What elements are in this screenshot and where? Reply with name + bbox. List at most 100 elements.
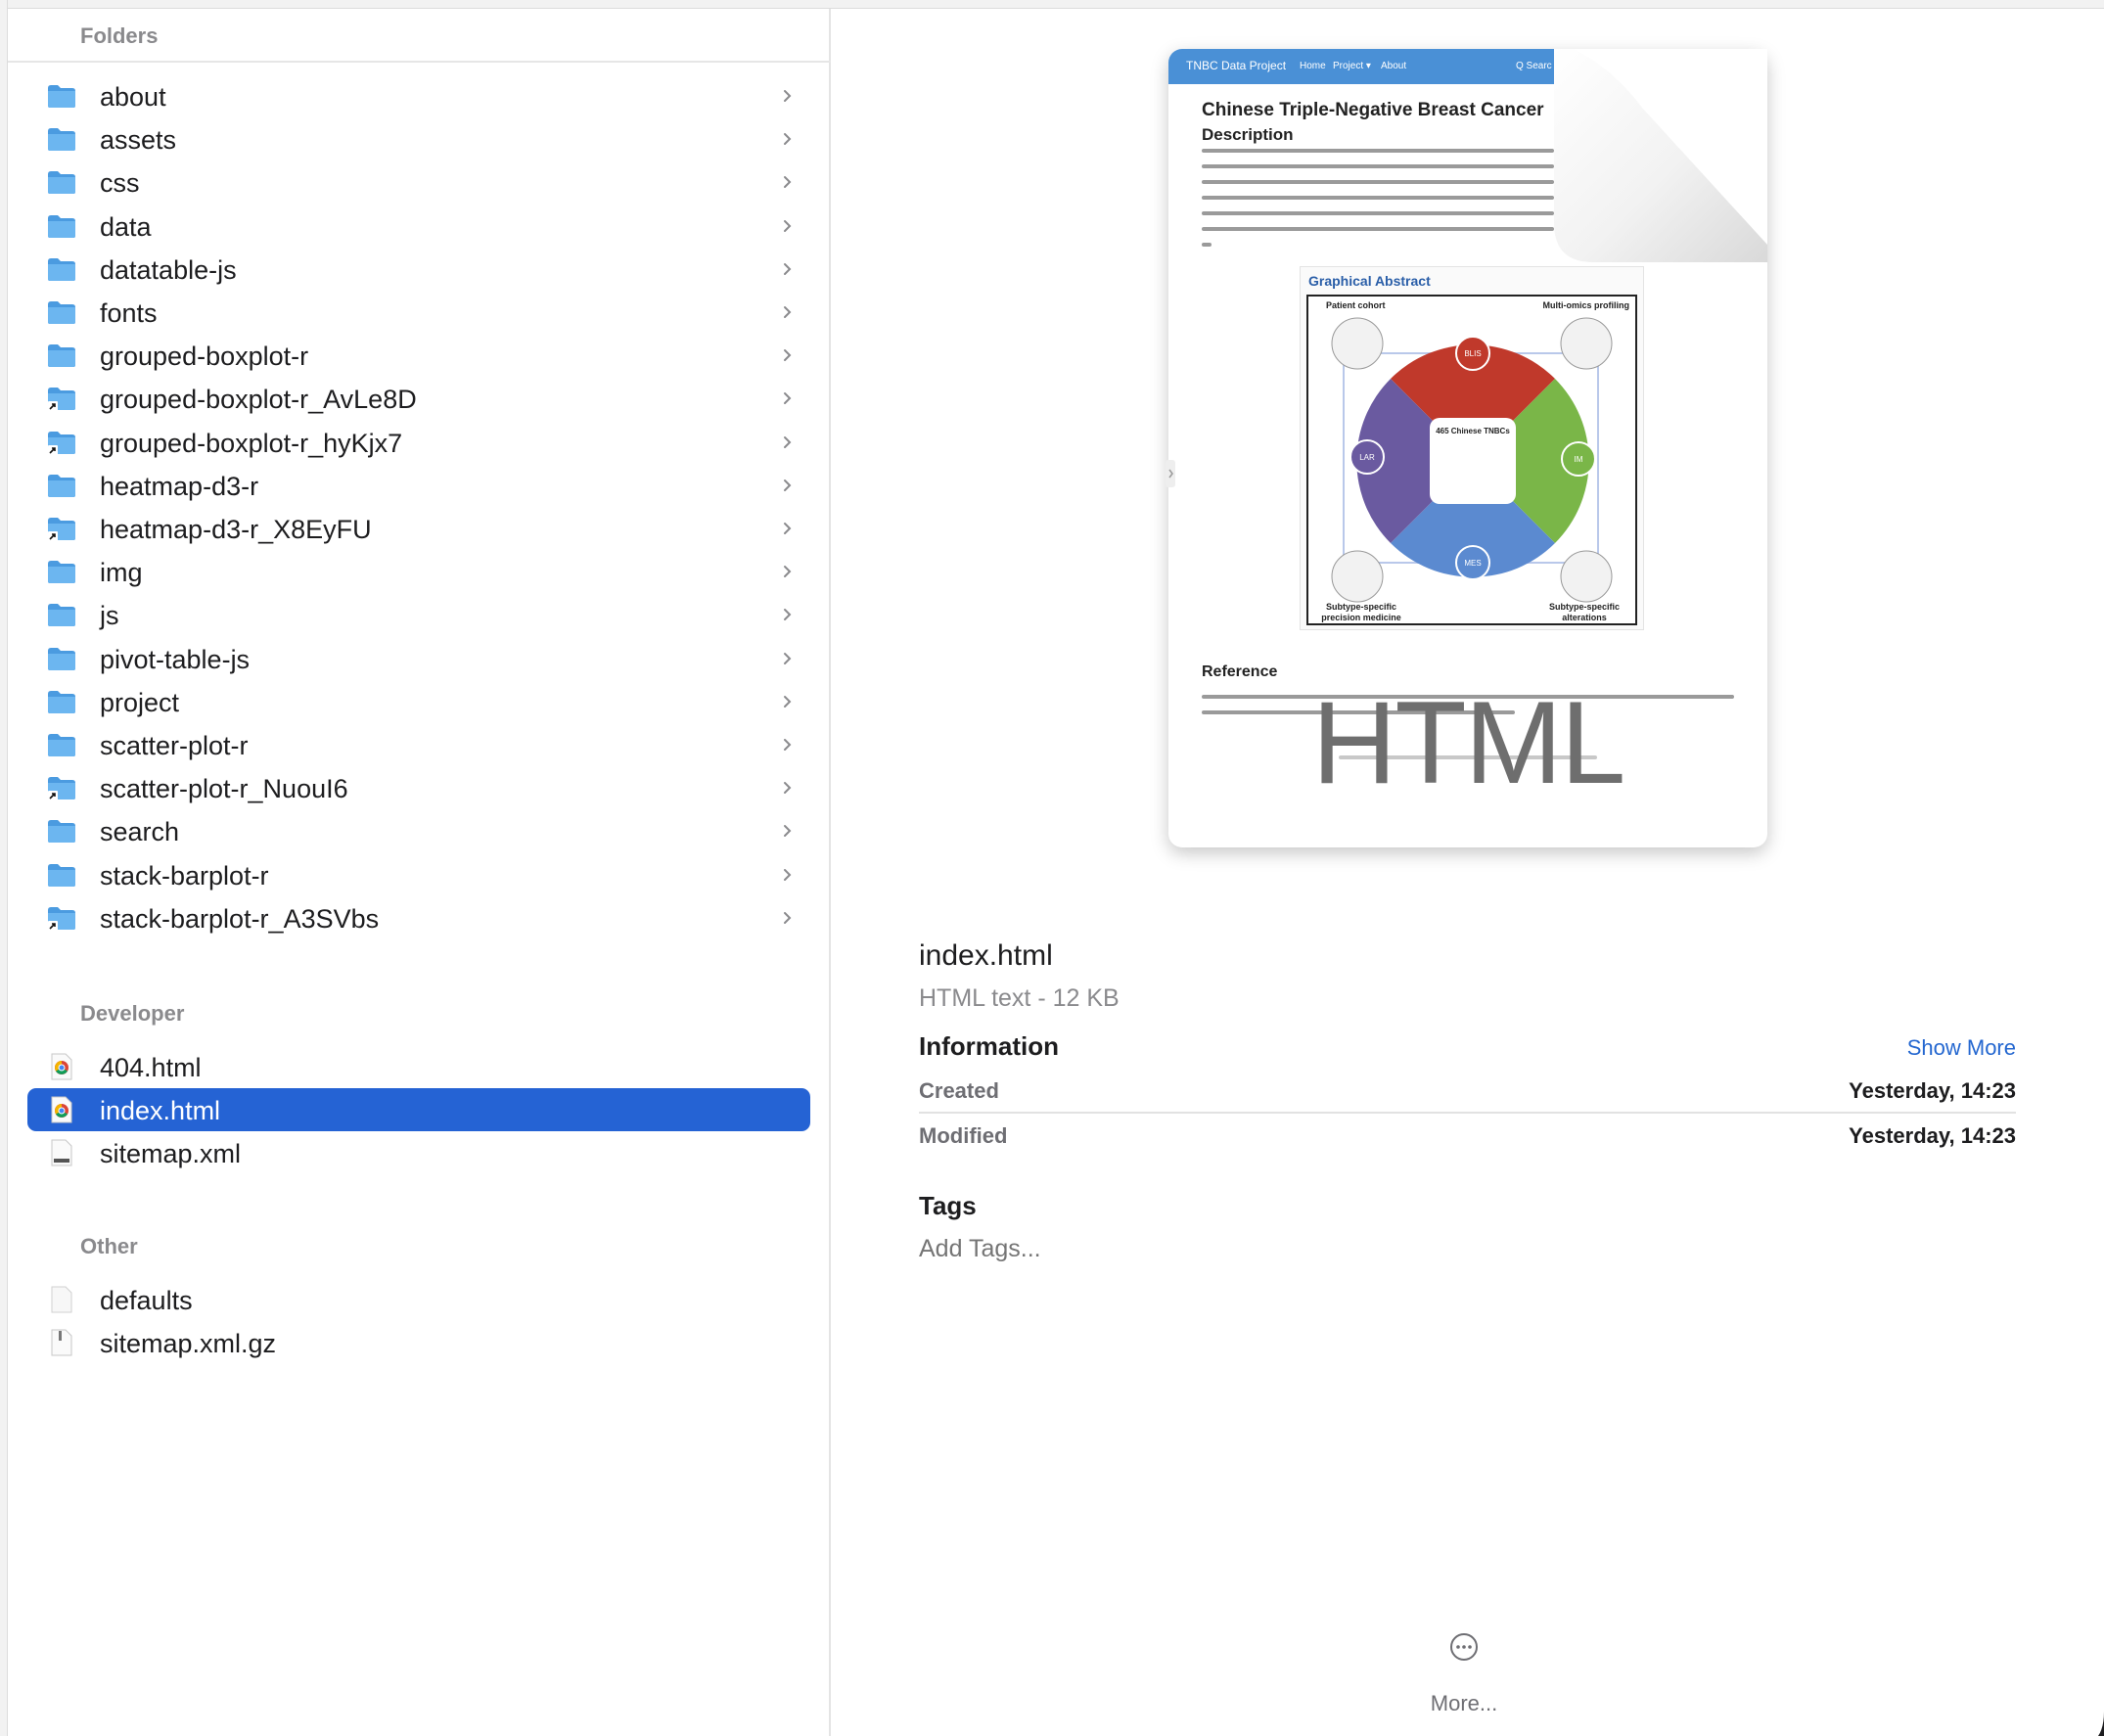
folder-row[interactable]: grouped-boxplot-r bbox=[27, 334, 810, 377]
folder-name: project bbox=[100, 687, 180, 717]
information-heading: Information bbox=[919, 1031, 1059, 1061]
folder-name: pivot-table-js bbox=[100, 644, 251, 674]
graphical-abstract: Graphical Abstract 465 Chinese TNBCs BLI… bbox=[1300, 266, 1644, 630]
file-name-label: sitemap.xml.gz bbox=[100, 1329, 277, 1359]
folder-name: assets bbox=[100, 125, 177, 156]
section-header-developer: Developer bbox=[80, 1001, 185, 1026]
preview-nav-project: Project ▾ bbox=[1333, 61, 1371, 71]
folder-row[interactable]: fonts bbox=[27, 291, 810, 334]
modified-value: Yesterday, 14:23 bbox=[1849, 1123, 2016, 1148]
chrome-html-icon bbox=[51, 1096, 72, 1123]
folder-row[interactable]: pivot-table-js bbox=[27, 637, 810, 680]
file-kind: HTML text - 12 KB bbox=[919, 984, 1120, 1012]
file-row[interactable]: index.html bbox=[27, 1088, 810, 1132]
preview-pane: TNBC Data Project Home Project ▾ About Q… bbox=[833, 9, 2104, 1736]
preview-nav-brand: TNBC Data Project bbox=[1186, 59, 1287, 72]
folder-name: heatmap-d3-r_X8EyFU bbox=[100, 515, 372, 544]
window-corner bbox=[2097, 1712, 2104, 1736]
file-name-label: defaults bbox=[100, 1286, 193, 1315]
folder-row[interactable]: heatmap-d3-r bbox=[27, 464, 810, 507]
folder-row[interactable]: data bbox=[27, 205, 810, 248]
abstract-tr-label: Multi-omics profiling bbox=[1543, 300, 1630, 310]
chevron-right-icon bbox=[784, 479, 792, 491]
folder-name: grouped-boxplot-r_hyKjx7 bbox=[100, 428, 403, 458]
folder-icon bbox=[48, 214, 75, 238]
folder-row[interactable]: stack-barplot-r bbox=[27, 853, 810, 896]
folder-row[interactable]: search bbox=[27, 809, 810, 852]
folder-icon bbox=[48, 690, 75, 713]
xml-file-icon bbox=[51, 1139, 72, 1166]
folder-name: heatmap-d3-r bbox=[100, 471, 259, 501]
chevron-right-icon bbox=[784, 262, 792, 275]
more-ellipsis-icon[interactable] bbox=[1449, 1632, 1479, 1662]
folder-row[interactable]: stack-barplot-r_A3SVbs bbox=[27, 896, 810, 939]
graphical-abstract-figure: 465 Chinese TNBCs BLIS LAR IM MES Patien… bbox=[1306, 295, 1637, 625]
more-button-label[interactable]: More... bbox=[1381, 1691, 1547, 1716]
folder-icon bbox=[48, 171, 75, 195]
folder-row[interactable]: about bbox=[27, 74, 810, 117]
abstract-im-label: IM bbox=[1575, 455, 1583, 464]
chevron-right-icon bbox=[784, 133, 792, 146]
folder-name: stack-barplot-r bbox=[100, 860, 269, 891]
chevron-right-icon bbox=[784, 911, 792, 924]
file-name-label: index.html bbox=[100, 1096, 221, 1126]
section-header-folders: Folders bbox=[80, 23, 159, 48]
folder-name: datatable-js bbox=[100, 254, 237, 285]
chevron-right-icon bbox=[784, 176, 792, 189]
add-tags-input[interactable] bbox=[919, 1235, 1212, 1263]
folder-icon bbox=[48, 863, 75, 887]
preview-nav-home: Home bbox=[1300, 61, 1326, 71]
show-more-link[interactable]: Show More bbox=[1899, 1035, 2016, 1061]
folder-icon bbox=[48, 734, 75, 756]
blank-file-icon bbox=[51, 1286, 72, 1313]
created-label: Created bbox=[919, 1078, 999, 1103]
collapse-handle-icon[interactable] bbox=[1166, 460, 1175, 487]
abstract-bl-label-1: Subtype-specific bbox=[1326, 602, 1396, 612]
folder-name: scatter-plot-r_NuouI6 bbox=[100, 774, 348, 804]
folder-icon bbox=[48, 301, 75, 324]
archive-file-icon bbox=[51, 1329, 72, 1356]
folder-name: about bbox=[100, 82, 166, 112]
file-column[interactable]: Folders about assets css data datatable-js fo… bbox=[8, 9, 831, 1736]
folder-name: data bbox=[100, 211, 152, 242]
preview-body-text bbox=[1202, 149, 1554, 258]
chevron-right-icon bbox=[784, 435, 792, 448]
file-row[interactable]: sitemap.xml bbox=[27, 1131, 810, 1174]
folder-row[interactable]: scatter-plot-r bbox=[27, 723, 810, 766]
window-top-edge bbox=[0, 0, 2104, 9]
section-header-other: Other bbox=[80, 1234, 138, 1258]
folder-row[interactable]: img bbox=[27, 550, 810, 593]
folder-name: stack-barplot-r_A3SVbs bbox=[100, 903, 380, 934]
folder-row[interactable]: datatable-js bbox=[27, 248, 810, 291]
abstract-blis-label: BLIS bbox=[1464, 349, 1481, 358]
file-row[interactable]: defaults bbox=[27, 1278, 810, 1321]
folder-icon bbox=[48, 820, 75, 844]
window-left-edge bbox=[0, 0, 8, 1736]
file-preview-thumbnail[interactable]: TNBC Data Project Home Project ▾ About Q… bbox=[1166, 49, 1767, 847]
folder-row[interactable]: css bbox=[27, 160, 810, 204]
chevron-right-icon bbox=[784, 695, 792, 708]
chevron-right-icon bbox=[784, 739, 792, 751]
folder-row[interactable]: assets bbox=[27, 117, 810, 160]
folder-row[interactable]: js bbox=[27, 593, 810, 636]
folder-icon bbox=[48, 344, 75, 368]
chevron-right-icon bbox=[784, 306, 792, 318]
file-row[interactable]: sitemap.xml.gz bbox=[27, 1321, 810, 1364]
info-divider bbox=[919, 1112, 2016, 1114]
folder-row[interactable]: grouped-boxplot-r_AvLe8D bbox=[27, 377, 810, 420]
folder-icon bbox=[48, 257, 75, 281]
folder-row[interactable]: project bbox=[27, 680, 810, 723]
folder-row[interactable]: scatter-plot-r_NuouI6 bbox=[27, 766, 810, 809]
chevron-right-icon bbox=[784, 90, 792, 102]
tags-heading: Tags bbox=[919, 1191, 977, 1220]
file-type-badge: HTML bbox=[1311, 677, 1626, 808]
folder-row[interactable]: grouped-boxplot-r_hyKjx7 bbox=[27, 421, 810, 464]
file-row[interactable]: 404.html bbox=[27, 1045, 810, 1088]
preview-description-heading: Description bbox=[1202, 125, 1294, 144]
folder-icon bbox=[48, 85, 75, 108]
folder-icon bbox=[48, 777, 75, 801]
section-divider bbox=[8, 61, 831, 63]
modified-label: Modified bbox=[919, 1123, 1008, 1148]
folder-row[interactable]: heatmap-d3-r_X8EyFU bbox=[27, 507, 810, 550]
folder-icon bbox=[48, 431, 75, 455]
